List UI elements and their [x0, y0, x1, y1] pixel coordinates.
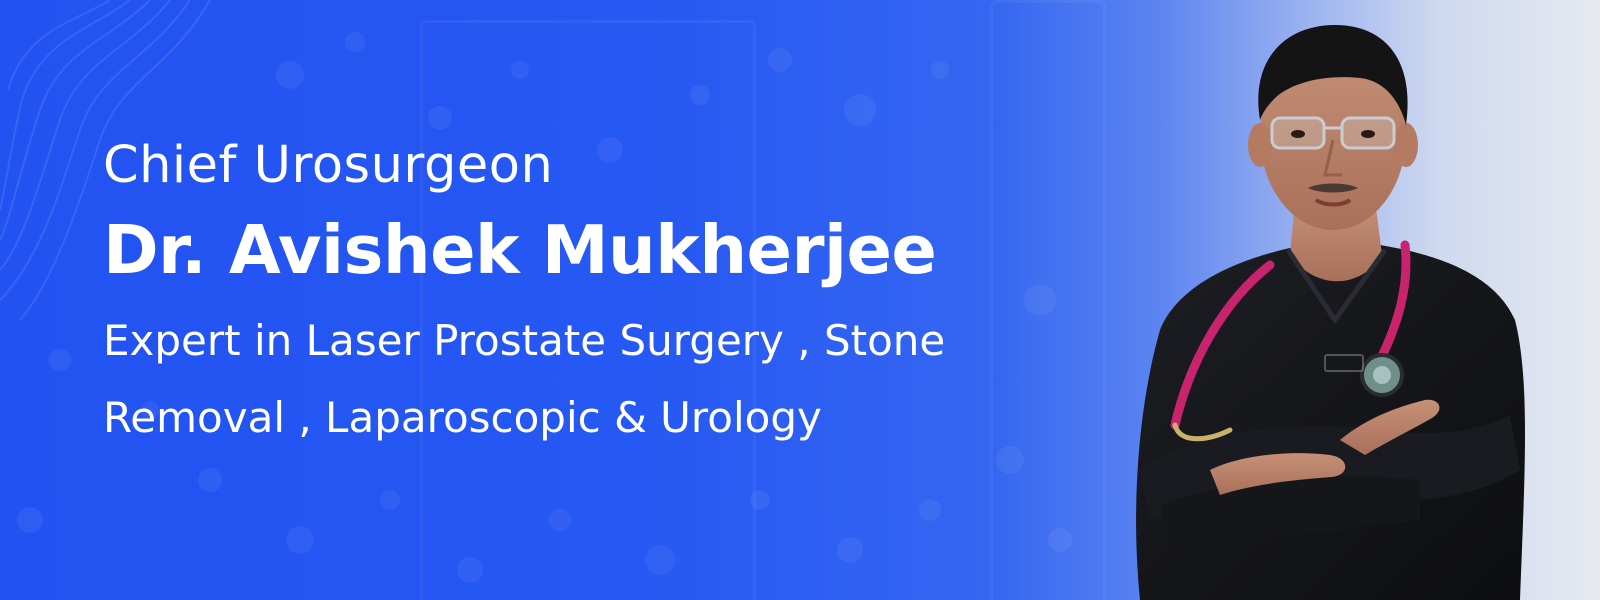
job-title: Chief Urosurgeon — [103, 136, 554, 195]
doctor-portrait — [1136, 25, 1525, 600]
doctor-name: Dr. Avishek Mukherjee — [103, 211, 937, 289]
hero-banner: Chief Urosurgeon Dr. Avishek Mukherjee E… — [0, 0, 1600, 600]
specialty-description: Expert in Laser Prostate Surgery , Stone… — [103, 316, 946, 442]
hero-text: Chief Urosurgeon Dr. Avishek Mukherjee E… — [103, 140, 1023, 456]
